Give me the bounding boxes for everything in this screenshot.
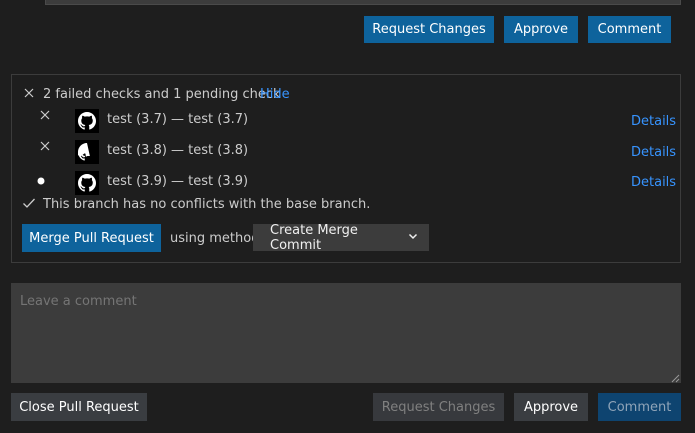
close-icon <box>23 86 35 104</box>
no-conflicts-message: This branch has no conflicts with the ba… <box>43 197 371 212</box>
check-details-link[interactable]: Details <box>631 114 676 129</box>
check-label: test (3.9) — test (3.9) <box>107 174 249 189</box>
failed-check-icon <box>39 139 51 157</box>
merge-pull-request-button[interactable]: Merge Pull Request <box>22 224 161 252</box>
pending-check-icon <box>37 174 45 189</box>
failed-check-icon <box>39 108 51 126</box>
request-changes-button[interactable]: Request Changes <box>373 393 504 421</box>
check-details-link[interactable]: Details <box>631 145 676 160</box>
hide-checks-link[interactable]: Hide <box>260 87 290 102</box>
merge-method-value: Create Merge Commit <box>270 222 358 253</box>
check-label: test (3.7) — test (3.7) <box>107 112 249 127</box>
using-method-label: using method <box>170 231 260 246</box>
comment-button-top[interactable]: Comment <box>588 16 671 43</box>
previous-comment-box-edge <box>45 0 681 5</box>
github-avatar-icon <box>75 109 99 133</box>
merge-method-select[interactable]: Create Merge Commit <box>253 222 429 253</box>
comment-textarea[interactable] <box>11 283 681 383</box>
chevron-down-icon <box>407 230 419 246</box>
approve-button[interactable]: Approve <box>514 393 588 421</box>
request-changes-button-top[interactable]: Request Changes <box>364 16 494 43</box>
check-label: test (3.8) — test (3.8) <box>107 143 249 158</box>
close-pull-request-button[interactable]: Close Pull Request <box>11 393 147 421</box>
checks-summary: 2 failed checks and 1 pending check <box>43 87 281 102</box>
check-mark-icon <box>22 196 36 214</box>
github-avatar-icon <box>75 140 99 164</box>
check-details-link[interactable]: Details <box>631 175 676 190</box>
resize-handle-icon[interactable] <box>671 372 680 387</box>
github-avatar-icon <box>75 171 99 195</box>
approve-button-top[interactable]: Approve <box>504 16 578 43</box>
comment-button[interactable]: Comment <box>598 393 681 421</box>
